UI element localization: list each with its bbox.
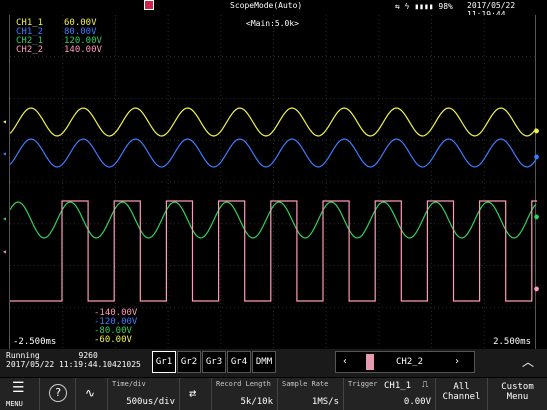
tab-dmm[interactable]: DMM: [252, 351, 276, 373]
channel-color-swatch: [366, 354, 374, 370]
battery-status: ⇆ ϟ ▮▮▮▮ 98%: [395, 2, 453, 11]
ch1-1-right-marker-icon: ●: [534, 126, 539, 135]
bottom-scale-value: -60.00V: [94, 335, 132, 345]
ch2-1-right-marker-icon: ●: [534, 212, 539, 221]
channel-selector: ‹ CH2_2 ›: [335, 351, 475, 373]
battery-icon: ▮▮▮▮: [414, 2, 434, 11]
help-icon: ?: [49, 384, 67, 402]
ch1-1-marker-icon[interactable]: ◂: [2, 118, 7, 126]
waveform-plot[interactable]: <Main:5.0k> CH1_1 60.00V CH1_2 80.00V CH2_1 1…: [2, 15, 539, 349]
ch2-1-marker-icon[interactable]: ◂: [2, 215, 7, 223]
selected-channel: CH2_2: [396, 357, 424, 367]
left-time: -2.500ms: [13, 337, 57, 347]
ch2-2-marker-icon[interactable]: ◂: [2, 248, 7, 256]
sample-rate-control[interactable]: Sample Rate 1MS/s: [278, 378, 344, 410]
swap-icon: ⇄: [189, 386, 197, 400]
custom-menu-line2: Menu: [506, 392, 529, 402]
all-channel-button[interactable]: All Channel: [436, 378, 488, 410]
prev-channel-icon[interactable]: ‹: [342, 356, 348, 367]
usb-icon: ⇆: [395, 2, 400, 11]
acquisition-timestamp: 2017/05/22 11:19:44.10421025: [6, 360, 141, 369]
all-channel-line2: Channel: [442, 392, 481, 402]
menu-icon: ☰: [12, 380, 25, 396]
menu-button[interactable]: ☰ MENU: [0, 378, 40, 410]
ch1-1-trace: [10, 107, 537, 137]
status-bar: ScopeMode(Auto) ⇆ ϟ ▮▮▮▮ 98% 2017/05/22 …: [0, 0, 547, 19]
ch1-2-marker-icon[interactable]: ◂: [2, 150, 7, 158]
next-channel-icon[interactable]: ›: [454, 356, 460, 367]
menu-label: MENU: [6, 400, 23, 408]
waveform-icon: ∿: [85, 386, 96, 400]
sample-rate-value: 1MS/s: [311, 397, 339, 407]
scope-mode: ScopeMode(Auto): [230, 1, 303, 10]
channel-name: CH2_2: [16, 45, 44, 55]
rising-edge-icon: ⎍: [422, 380, 429, 390]
battery-percent: 98%: [438, 2, 453, 11]
info-bar: Running 9260 2017/05/22 11:19:44.1042102…: [0, 349, 547, 377]
acquisition-count: 9260: [78, 351, 98, 360]
ch2-2-right-marker-icon: ●: [534, 284, 539, 293]
right-time: 2.500ms: [493, 337, 531, 347]
ch1-2-right-marker-icon: ●: [534, 152, 539, 161]
tab-gr2[interactable]: Gr2: [177, 351, 201, 373]
record-length-caption: Record Length: [216, 380, 271, 388]
help-button[interactable]: ?: [40, 378, 76, 410]
waveform-button[interactable]: ∿: [76, 378, 108, 410]
record-length-control[interactable]: Record Length 5k/10k: [212, 378, 278, 410]
tab-gr4[interactable]: Gr4: [227, 351, 251, 373]
trigger-level: 0.00V: [403, 397, 431, 407]
tab-gr3[interactable]: Gr3: [202, 351, 226, 373]
time-div-value: 500us/div: [126, 397, 175, 407]
custom-menu-line1: Custom: [501, 382, 534, 392]
run-state: Running: [6, 351, 40, 360]
channel-scale: 140.00V: [64, 45, 102, 55]
trigger-control[interactable]: Trigger CH1_1 ⎍ 0.00V: [344, 378, 436, 410]
channel-row[interactable]: CH2_2 140.00V: [16, 45, 124, 55]
custom-menu-button[interactable]: Custom Menu: [488, 378, 547, 410]
trigger-channel: CH1_1: [384, 381, 412, 391]
group-tabs: Gr1 Gr2 Gr3 Gr4 DMM: [152, 351, 277, 373]
charging-icon: ϟ: [404, 2, 410, 11]
tab-gr1[interactable]: Gr1: [152, 351, 176, 373]
time-div-control[interactable]: Time/div 500us/div: [108, 378, 180, 410]
bottom-toolbar: ☰ MENU ? ∿ Time/div 500us/div ⇄ Record L…: [0, 378, 547, 410]
waveform-grid: [10, 15, 537, 349]
record-indicator-icon: [144, 0, 154, 10]
all-channel-line1: All: [453, 382, 470, 392]
record-length-value: 5k/10k: [240, 397, 273, 407]
expand-up-icon[interactable]: ︿: [522, 353, 534, 370]
sample-rate-caption: Sample Rate: [282, 380, 329, 388]
trigger-caption: Trigger: [348, 380, 378, 388]
adjust-button[interactable]: ⇄: [180, 378, 212, 410]
time-div-caption: Time/div: [112, 380, 146, 388]
acquisition-status: Running 9260 2017/05/22 11:19:44.1042102…: [6, 351, 141, 369]
